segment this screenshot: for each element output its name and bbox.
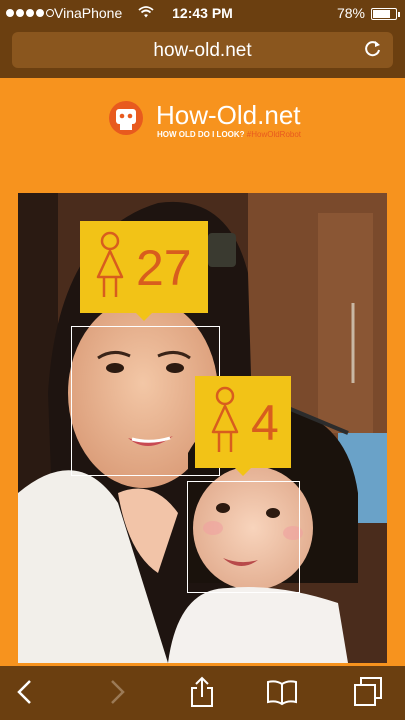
bookmarks-icon[interactable] <box>266 676 298 708</box>
page-subtitle: HOW OLD DO I LOOK? #HowOldRobot <box>157 130 301 139</box>
age-tag-1: 27 <box>80 221 208 321</box>
address-bar[interactable]: how-old.net <box>12 32 393 68</box>
share-icon[interactable] <box>186 676 218 708</box>
female-icon <box>211 386 239 452</box>
robot-logo <box>108 100 144 136</box>
browser-toolbar <box>0 666 405 720</box>
battery-percent: 78% <box>336 5 365 21</box>
url-text: how-old.net <box>153 40 252 61</box>
forward-icon[interactable] <box>100 676 132 708</box>
reload-icon[interactable] <box>363 39 383 59</box>
page-title: How-Old.net <box>156 100 301 130</box>
battery-icon <box>371 8 400 20</box>
hashtag-link[interactable]: #HowOldRobot <box>247 130 301 139</box>
browser-chrome: how-old.net <box>0 26 405 78</box>
female-icon <box>96 231 124 297</box>
age-tag-2: 4 <box>195 376 291 476</box>
age-value-2: 4 <box>251 395 279 451</box>
subtitle-text: HOW OLD DO I LOOK? <box>157 130 245 139</box>
face-box-2 <box>187 481 300 593</box>
age-value-1: 27 <box>136 240 192 296</box>
status-bar: VinaPhone 12:43 PM 78% <box>0 0 405 26</box>
back-icon[interactable] <box>10 676 42 708</box>
tabs-icon[interactable] <box>352 676 384 708</box>
analyzed-photo: 27 4 <box>18 193 387 663</box>
